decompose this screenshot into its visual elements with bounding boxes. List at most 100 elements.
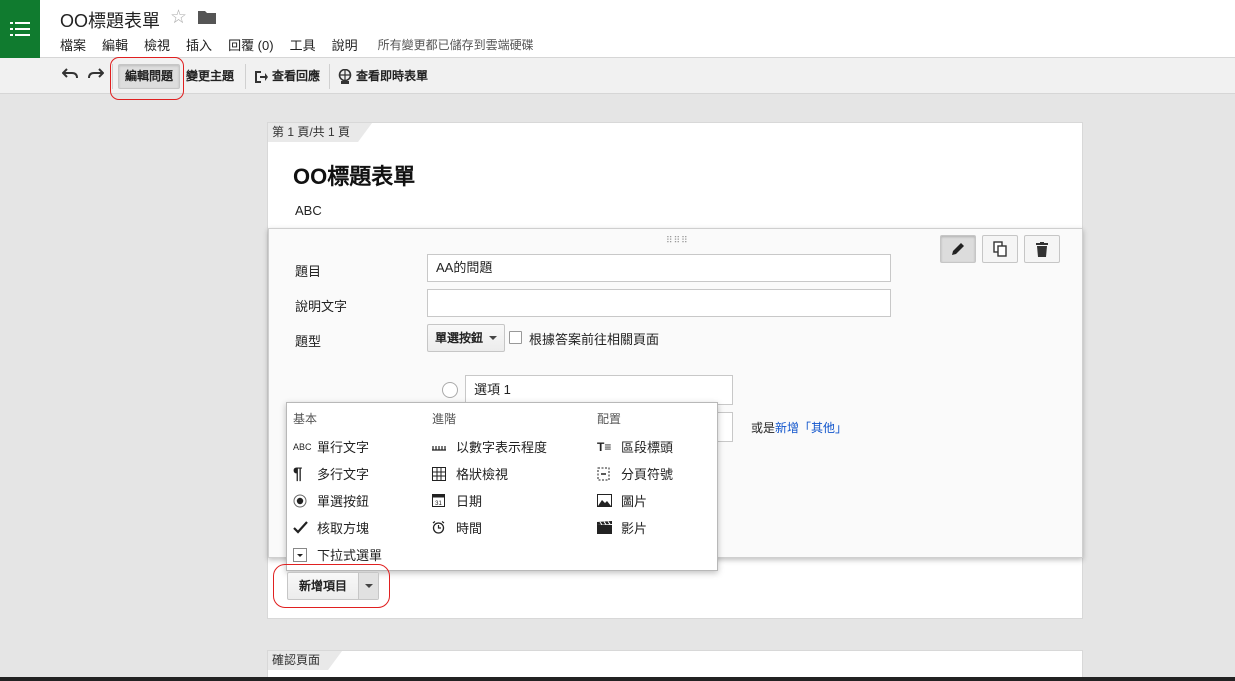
menu-column-basic: 基本 ABC 單行文字 ¶ 多行文字 單選按鈕 核取方塊 下拉式選單 — [293, 411, 382, 568]
question-type-label: 題型 — [295, 334, 322, 349]
toolbar-divider — [329, 64, 330, 89]
menu-responses[interactable]: 回覆 (0) — [228, 35, 274, 54]
goto-page-checkbox[interactable] — [509, 331, 522, 344]
question-type-select[interactable]: 單選按鈕 — [427, 324, 506, 352]
option-1-input[interactable]: 選項 1 — [465, 375, 733, 405]
list-icon — [10, 22, 30, 36]
save-status: 所有變更都已儲存到雲端硬碟 — [377, 38, 534, 52]
menu-item-grid[interactable]: 格狀檢視 — [432, 460, 547, 487]
abc-text-icon: ABC — [293, 441, 312, 452]
question-actions — [940, 235, 1060, 263]
scale-icon — [432, 443, 456, 451]
menu-item-video[interactable]: 影片 — [597, 514, 673, 541]
menu-insert[interactable]: 插入 — [186, 35, 212, 54]
window-bottom-border — [0, 677, 1235, 681]
view-responses-label: 查看回應 — [272, 69, 321, 83]
option-radio-icon — [442, 382, 458, 398]
menu-item-label: 多行文字 — [317, 467, 370, 482]
menu-item-section-header[interactable]: T≡ 區段標頭 — [597, 433, 673, 460]
highlight-annotation — [110, 57, 184, 100]
confirmation-page-label: 確認頁面 — [268, 651, 342, 670]
menu-item-page-break[interactable]: 分頁符號 — [597, 460, 673, 487]
menu-item-label: 下拉式選單 — [317, 548, 383, 563]
video-icon — [597, 521, 621, 534]
form-title[interactable]: OO標題表單 — [293, 159, 415, 191]
duplicate-icon — [993, 241, 1007, 257]
help-text-input[interactable] — [427, 289, 891, 317]
svg-text:31: 31 — [435, 501, 442, 507]
dropdown-icon — [293, 547, 317, 562]
section-header-icon: T≡ — [597, 439, 612, 454]
view-responses-button[interactable]: 查看回應 — [248, 64, 326, 89]
menu-item-label: 時間 — [456, 521, 483, 536]
menu-item-label: 影片 — [621, 521, 648, 536]
menu-tools[interactable]: 工具 — [290, 35, 316, 54]
grid-icon — [432, 466, 456, 481]
goto-page-label: 根據答案前往相關頁面 — [529, 332, 660, 347]
menu-item-label: 圖片 — [621, 494, 648, 509]
menu-item-label: 分頁符號 — [621, 467, 674, 482]
apps-menu-button[interactable] — [0, 0, 40, 58]
page-indicator: 第 1 頁/共 1 頁 — [268, 123, 372, 142]
add-other-prefix: 或是 — [751, 421, 776, 435]
question-title-label: 題目 — [295, 264, 322, 279]
menu-bar: 檔案 編輯 檢視 插入 回覆 (0) 工具 說明 所有變更都已儲存到雲端硬碟 — [60, 35, 534, 54]
paragraph-icon: ¶ — [293, 463, 303, 483]
clock-icon — [432, 521, 456, 534]
question-title-input[interactable]: AA的問題 — [427, 254, 891, 282]
menu-item-image[interactable]: 圖片 — [597, 487, 673, 514]
menu-file[interactable]: 檔案 — [60, 35, 86, 54]
page-break-icon — [597, 467, 621, 481]
menu-help[interactable]: 說明 — [332, 35, 358, 54]
menu-column-advanced: 進階 以數字表示程度 格狀檢視 31 日期 時間 — [432, 411, 547, 541]
checkbox-icon — [293, 520, 317, 535]
view-live-form-button[interactable]: 查看即時表單 — [332, 64, 434, 89]
folder-icon[interactable] — [198, 10, 216, 27]
menu-item-label: 核取方塊 — [317, 521, 370, 536]
drag-handle-icon[interactable]: ⠿⠿⠿ — [666, 235, 689, 246]
add-other-text: 或是新增「其他」 — [751, 419, 847, 436]
image-icon — [597, 494, 621, 507]
menu-item-label: 單選按鈕 — [317, 494, 370, 509]
menu-item-scale[interactable]: 以數字表示程度 — [432, 433, 547, 460]
star-icon[interactable]: ☆ — [170, 6, 187, 29]
menu-header-basic: 基本 — [293, 412, 318, 426]
menu-header-advanced: 進階 — [432, 412, 457, 426]
radio-icon — [293, 494, 317, 508]
menu-item-label: 格狀檢視 — [456, 467, 509, 482]
menu-item-label: 單行文字 — [317, 440, 370, 455]
toolbar: 編輯問題 變更主題 查看回應 查看即時表單 — [0, 58, 1235, 94]
edit-question-button[interactable] — [940, 235, 976, 263]
menu-header-layout: 配置 — [597, 412, 622, 426]
form-description[interactable]: ABC — [295, 203, 322, 218]
menu-item-paragraph[interactable]: ¶ 多行文字 — [293, 460, 382, 487]
menu-item-radio[interactable]: 單選按鈕 — [293, 487, 382, 514]
menu-item-checkbox[interactable]: 核取方塊 — [293, 514, 382, 541]
change-theme-button[interactable]: 變更主題 — [180, 64, 240, 89]
pencil-icon — [952, 243, 964, 255]
redo-icon[interactable] — [88, 67, 105, 85]
menu-view[interactable]: 檢視 — [144, 35, 170, 54]
document-title[interactable]: OO標題表單 — [60, 7, 160, 33]
delete-question-button[interactable] — [1024, 235, 1060, 263]
menu-item-date[interactable]: 31 日期 — [432, 487, 547, 514]
trash-icon — [1036, 241, 1048, 257]
menu-item-label: 以數字表示程度 — [456, 440, 548, 455]
menu-item-label: 日期 — [456, 494, 483, 509]
chevron-down-icon — [489, 336, 498, 340]
header: OO標題表單 ☆ 檔案 編輯 檢視 插入 回覆 (0) 工具 說明 所有變更都已… — [0, 0, 1235, 58]
calendar-icon: 31 — [432, 494, 456, 507]
question-type-value: 單選按鈕 — [435, 331, 484, 345]
duplicate-question-button[interactable] — [982, 235, 1018, 263]
add-other-link[interactable]: 新增「其他」 — [775, 421, 847, 435]
menu-edit[interactable]: 編輯 — [102, 35, 128, 54]
view-live-form-label: 查看即時表單 — [356, 69, 429, 83]
globe-icon — [338, 68, 352, 84]
menu-item-time[interactable]: 時間 — [432, 514, 547, 541]
menu-item-text[interactable]: ABC 單行文字 — [293, 433, 382, 460]
undo-icon[interactable] — [61, 67, 78, 85]
highlight-annotation — [273, 564, 390, 608]
question-type-menu: 基本 ABC 單行文字 ¶ 多行文字 單選按鈕 核取方塊 下拉式選單 進階 以數… — [286, 402, 718, 571]
export-icon — [255, 70, 268, 83]
menu-column-layout: 配置 T≡ 區段標頭 分頁符號 圖片 影片 — [597, 411, 673, 541]
